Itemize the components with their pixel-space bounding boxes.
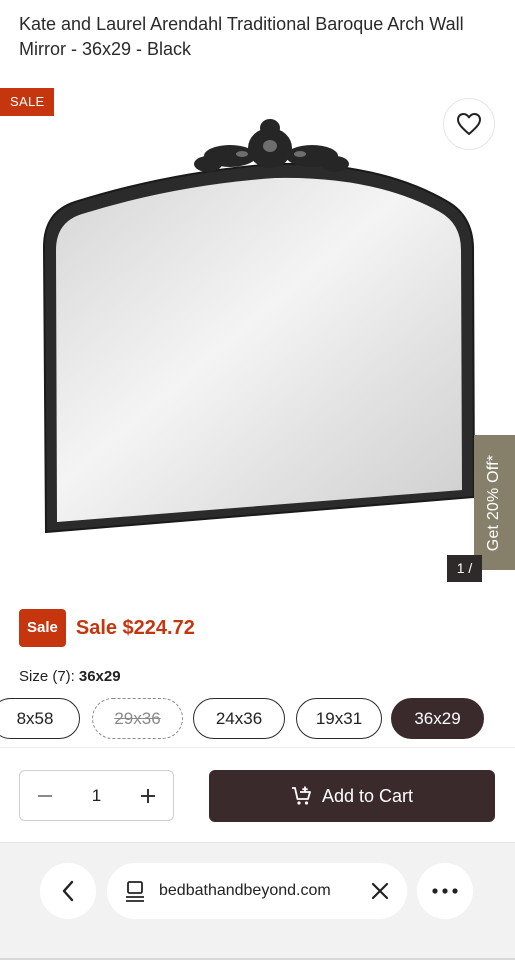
quantity-stepper: 1 bbox=[19, 770, 174, 821]
sale-price: Sale $224.72 bbox=[75, 616, 195, 639]
image-counter: 1 / 27 bbox=[447, 555, 482, 582]
size-chip-8x58[interactable]: 8x58 bbox=[0, 698, 80, 739]
browser-toolbar: bedbathandbeyond.com bbox=[0, 842, 515, 960]
product-title: Kate and Laurel Arendahl Traditional Bar… bbox=[19, 14, 464, 59]
more-icon bbox=[432, 888, 458, 894]
address-bar[interactable]: bedbathandbeyond.com bbox=[107, 863, 407, 919]
add-to-cart-button[interactable]: Add to Cart bbox=[209, 770, 495, 822]
size-chip-19x31[interactable]: 19x31 bbox=[296, 698, 382, 739]
increment-button[interactable] bbox=[123, 770, 173, 821]
promo-tab-label: Get 20% Off* bbox=[485, 454, 503, 551]
add-to-cart-label: Add to Cart bbox=[321, 785, 414, 806]
quantity-value[interactable]: 1 bbox=[70, 786, 123, 806]
heart-icon bbox=[457, 113, 481, 135]
selected-size: 36x29 bbox=[78, 668, 121, 685]
size-label: Size (7): 36x29 bbox=[19, 668, 121, 685]
sale-badge: Sale bbox=[19, 609, 66, 647]
chevron-left-icon bbox=[62, 880, 74, 902]
close-icon[interactable] bbox=[371, 882, 389, 900]
url-text: bedbathandbeyond.com bbox=[159, 882, 331, 899]
minus-icon bbox=[38, 794, 52, 797]
page-icon bbox=[126, 881, 144, 902]
wishlist-button[interactable] bbox=[443, 98, 495, 150]
plus-icon bbox=[141, 788, 155, 803]
cart-add-icon bbox=[291, 786, 311, 805]
back-button[interactable] bbox=[40, 863, 96, 919]
decrement-button[interactable] bbox=[20, 770, 70, 821]
product-image[interactable] bbox=[30, 112, 490, 552]
size-chip-24x36[interactable]: 24x36 bbox=[193, 698, 285, 739]
size-chip-36x29[interactable]: 36x29 bbox=[391, 698, 484, 739]
divider bbox=[0, 747, 515, 748]
promo-tab[interactable]: Get 20% Off* bbox=[474, 435, 515, 570]
price-row: Sale Sale $224.72 bbox=[19, 609, 195, 647]
size-chip-29x36[interactable]: 29x36 bbox=[92, 698, 183, 739]
more-button[interactable] bbox=[417, 863, 473, 919]
size-options: 8x58 29x36 24x36 19x31 36x29 bbox=[0, 698, 515, 740]
size-label-text: Size (7): bbox=[19, 668, 75, 685]
sale-flag: SALE bbox=[0, 88, 55, 116]
